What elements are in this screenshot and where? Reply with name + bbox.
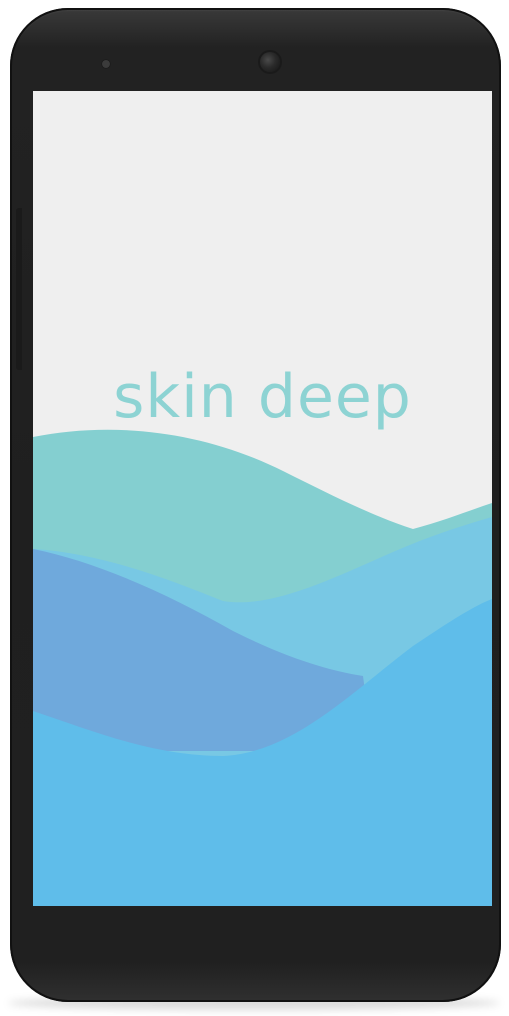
front-camera <box>260 52 280 72</box>
proximity-sensor <box>102 60 110 68</box>
stage: skin deep <box>0 0 509 1016</box>
side-button <box>16 208 22 370</box>
phone-screen[interactable]: skin deep <box>33 91 492 906</box>
wave-background <box>33 429 492 906</box>
app-title: skin deep <box>113 362 412 432</box>
